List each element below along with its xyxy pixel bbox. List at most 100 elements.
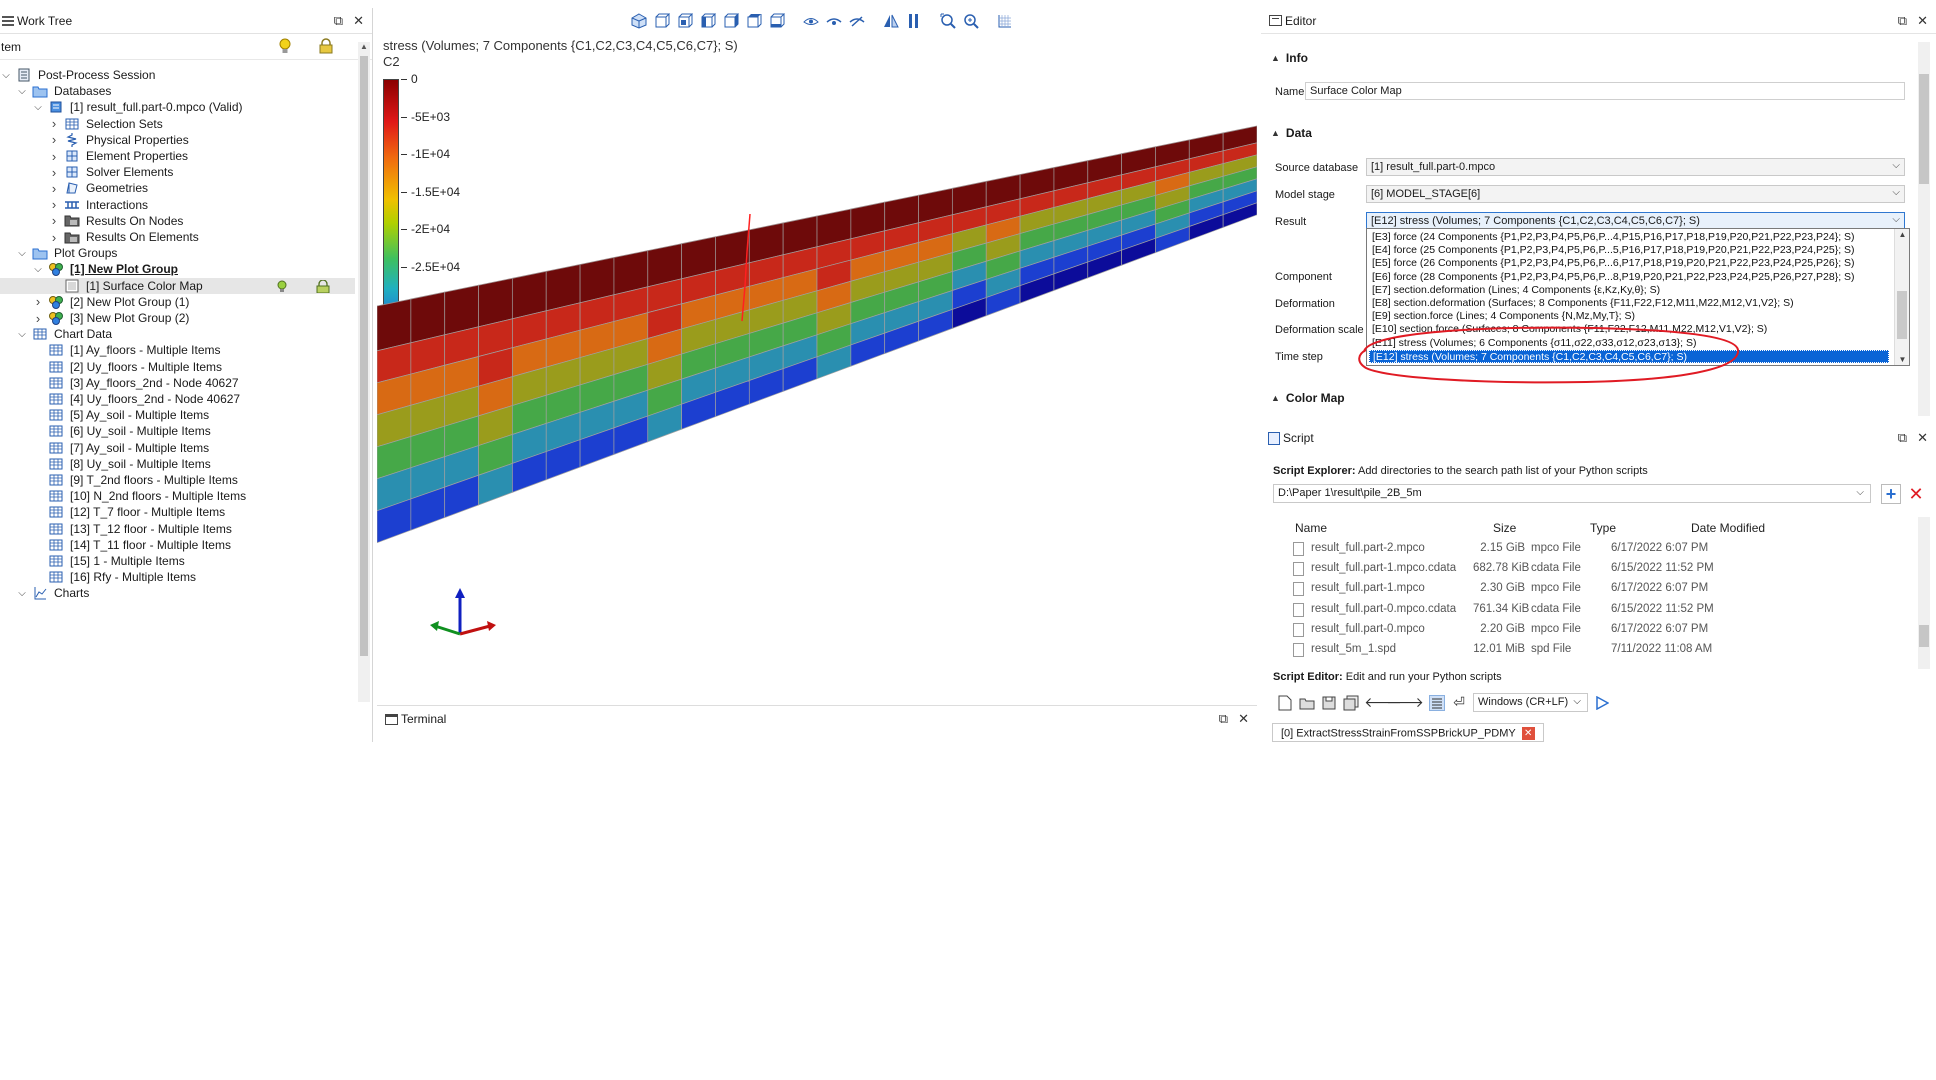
close-panel-icon[interactable]: ✕ <box>1917 13 1928 29</box>
column-header-date[interactable]: Date Modified <box>1691 521 1765 535</box>
float-panel-icon[interactable]: ⧉ <box>1898 13 1907 29</box>
chevron-right-icon[interactable]: › <box>48 213 60 228</box>
float-panel-icon[interactable]: ⧉ <box>1219 711 1228 727</box>
collapse-triangle-icon[interactable]: ▲ <box>1271 128 1280 138</box>
tree-item[interactable]: [1] Surface Color Map <box>0 277 355 294</box>
list-format-icon[interactable] <box>1429 694 1445 711</box>
result-option[interactable]: [E12] stress (Volumes; 7 Components {C1,… <box>1369 349 1889 363</box>
tree-item[interactable]: › Geometries <box>0 180 355 196</box>
remove-directory-icon[interactable]: ✕ <box>1906 484 1926 504</box>
tree-item[interactable]: › Results On Nodes <box>0 213 355 229</box>
file-row[interactable]: result_full.part-2.mpco 2.15 GiB mpco File… <box>1273 539 1913 559</box>
tree-item[interactable]: › Selection Sets <box>0 116 355 132</box>
tree-item[interactable]: ⌵ Post-Process Session <box>0 68 355 83</box>
name-field[interactable]: Surface Color Map <box>1305 82 1905 100</box>
float-panel-icon[interactable]: ⧉ <box>334 13 343 29</box>
chevron-down-icon[interactable]: ⌵ <box>0 70 12 81</box>
tree-item[interactable]: › Element Properties <box>0 148 355 164</box>
tree-item[interactable]: [16] Rfy - Multiple Items <box>0 569 355 585</box>
3d-viewport[interactable]: stress (Volumes; 7 Components {C1,C2,C3,… <box>377 6 1257 701</box>
new-file-icon[interactable] <box>1277 695 1293 711</box>
tree-item[interactable]: [3] Ay_floors_2nd - Node 40627 <box>0 375 355 391</box>
column-header-name[interactable]: Name <box>1295 521 1327 535</box>
tree-item[interactable]: › Solver Elements <box>0 164 355 180</box>
column-header-size[interactable]: Size <box>1493 521 1516 535</box>
tree-item[interactable]: › [3] New Plot Group (2) <box>0 310 355 326</box>
result-option[interactable]: [E7] section.deformation (Lines; 4 Compo… <box>1369 284 1889 297</box>
source-database-select[interactable]: [1] result_full.part-0.mpco ⌵ <box>1366 158 1905 176</box>
save-icon[interactable] <box>1321 695 1337 711</box>
float-panel-icon[interactable]: ⧉ <box>1898 430 1907 446</box>
run-script-icon[interactable] <box>1594 695 1610 711</box>
info-section-header[interactable]: ▲ Info <box>1271 51 1308 65</box>
data-section-header[interactable]: ▲ Data <box>1271 126 1312 140</box>
collapse-triangle-icon[interactable]: ▲ <box>1271 53 1280 63</box>
tree-item[interactable]: › Interactions <box>0 197 355 213</box>
tree-item[interactable]: ⌵ Plot Groups <box>0 245 355 261</box>
chevron-right-icon[interactable]: › <box>48 116 60 131</box>
tree-item[interactable]: › Results On Elements <box>0 229 355 245</box>
close-tab-icon[interactable]: ✕ <box>1521 727 1535 740</box>
result-option[interactable]: [E8] section.deformation (Surfaces; 8 Co… <box>1369 297 1889 310</box>
arrow-right-icon[interactable]: 🡒 <box>1386 694 1424 711</box>
file-row[interactable]: result_full.part-1.mpco 2.30 GiB mpco File… <box>1273 579 1913 599</box>
editor-scrollbar[interactable] <box>1918 42 1930 416</box>
close-panel-icon[interactable]: ✕ <box>353 13 364 29</box>
file-row[interactable]: result_full.part-1.mpco.cdata 682.78 KiB c… <box>1273 559 1913 579</box>
result-option[interactable]: [E9] section.force (Lines; 4 Components … <box>1369 310 1889 323</box>
add-directory-icon[interactable]: + <box>1881 484 1901 504</box>
column-header-type[interactable]: Type <box>1590 521 1616 535</box>
tree-item[interactable]: ⌵ Chart Data <box>0 326 355 342</box>
chevron-down-icon[interactable]: ⌵ <box>32 264 44 275</box>
collapse-triangle-icon[interactable]: ▲ <box>1271 393 1280 403</box>
tree-item[interactable]: [2] Uy_floors - Multiple Items <box>0 359 355 375</box>
tree-item[interactable]: ⌵ [1] result_full.part-0.mpco (Valid) <box>0 99 355 115</box>
file-row[interactable]: result_full.part-0.mpco 2.20 GiB mpco File… <box>1273 620 1913 640</box>
chevron-down-icon[interactable]: ⌵ <box>16 329 28 340</box>
model-stage-select[interactable]: [6] MODEL_STAGE[6] ⌵ <box>1366 185 1905 203</box>
save-all-icon[interactable] <box>1343 695 1359 711</box>
tree-item[interactable]: › Physical Properties <box>0 132 355 148</box>
chevron-down-icon[interactable]: ⌵ <box>16 86 28 97</box>
file-row[interactable]: result_5m_1.spd 12.01 MiB spd File 7/11/202… <box>1273 640 1913 660</box>
chevron-right-icon[interactable]: › <box>48 149 60 164</box>
tree-item[interactable]: [8] Uy_soil - Multiple Items <box>0 456 355 472</box>
tree-item[interactable]: ⌵ Charts <box>0 585 355 601</box>
chevron-right-icon[interactable]: › <box>48 181 60 196</box>
lightbulb-icon[interactable] <box>278 38 292 59</box>
file-row[interactable]: result_full.part-0.mpco.cdata 761.34 KiB c… <box>1273 600 1913 620</box>
result-option[interactable]: [E3] force (24 Components {P1,P2,P3,P4,P… <box>1369 231 1889 244</box>
lock-icon[interactable] <box>318 38 334 57</box>
tree-item[interactable]: [14] T_11 floor - Multiple Items <box>0 537 355 553</box>
file-list-scrollbar[interactable] <box>1918 517 1930 669</box>
tree-scrollbar[interactable]: ▲ <box>358 42 370 702</box>
chevron-right-icon[interactable]: › <box>48 132 60 147</box>
line-ending-select[interactable]: Windows (CR+LF) ⌵ <box>1473 693 1588 712</box>
tree-item[interactable]: [9] T_2nd floors - Multiple Items <box>0 472 355 488</box>
word-wrap-icon[interactable]: ⏎ <box>1451 694 1467 711</box>
result-option[interactable]: [E4] force (25 Components {P1,P2,P3,P4,P… <box>1369 244 1889 257</box>
tree-item[interactable]: ⌵ Databases <box>0 83 355 99</box>
tree-item[interactable]: [5] Ay_soil - Multiple Items <box>0 407 355 423</box>
result-option[interactable]: [E5] force (26 Components {P1,P2,P3,P4,P… <box>1369 257 1889 270</box>
dropdown-scrollbar[interactable]: ▲ ▼ <box>1894 229 1909 365</box>
close-panel-icon[interactable]: ✕ <box>1238 711 1249 727</box>
chevron-down-icon[interactable]: ⌵ <box>16 588 28 599</box>
open-folder-icon[interactable] <box>1299 695 1315 711</box>
tree-item[interactable]: [15] 1 - Multiple Items <box>0 553 355 569</box>
tree-item[interactable]: › [2] New Plot Group (1) <box>0 294 355 310</box>
chevron-right-icon[interactable]: › <box>48 197 60 212</box>
tree-item[interactable]: [13] T_12 floor - Multiple Items <box>0 521 355 537</box>
chevron-down-icon[interactable]: ⌵ <box>32 102 44 113</box>
chevron-right-icon[interactable]: › <box>32 294 44 309</box>
close-panel-icon[interactable]: ✕ <box>1917 430 1928 446</box>
tree-item[interactable]: [7] Ay_soil - Multiple Items <box>0 440 355 456</box>
chevron-down-icon[interactable]: ⌵ <box>16 248 28 259</box>
script-tab[interactable]: [0] ExtractStressStrainFromSSPBrickUP_PD… <box>1272 723 1544 742</box>
tree-item[interactable]: [12] T_7 floor - Multiple Items <box>0 504 355 520</box>
chevron-right-icon[interactable]: › <box>48 230 60 245</box>
result-dropdown-list[interactable]: ▲ ▼ [E3] force (24 Components {P1,P2,P3,… <box>1366 228 1910 366</box>
result-option[interactable]: [E10] section.force (Surfaces; 8 Compone… <box>1369 323 1889 336</box>
script-path-select[interactable]: D:\Paper 1\result\pile_2B_5m ⌵ <box>1273 484 1871 503</box>
chevron-right-icon[interactable]: › <box>32 311 44 326</box>
